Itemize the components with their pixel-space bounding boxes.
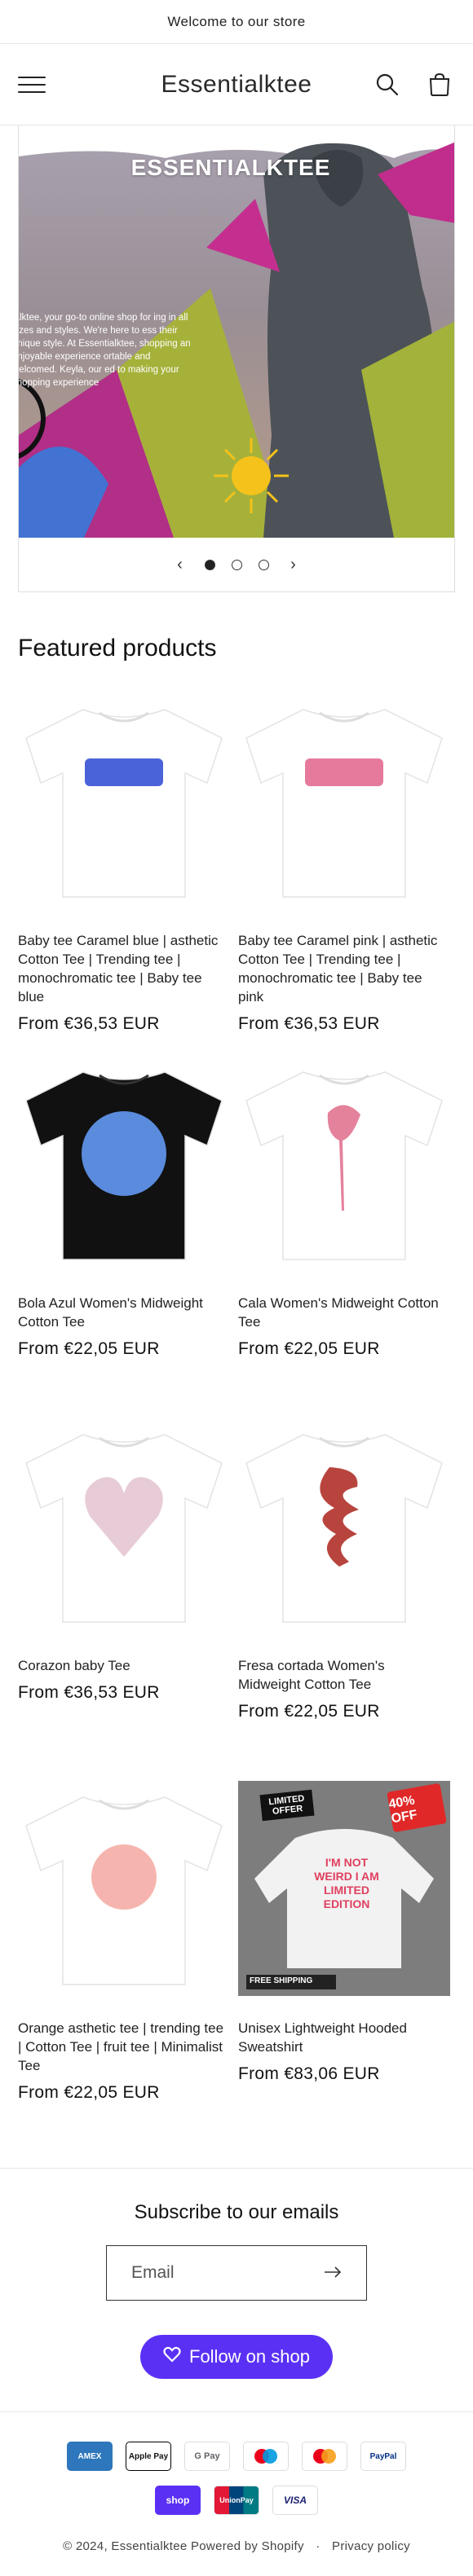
heart-icon (163, 2346, 181, 2367)
product-price: From €83,06 EUR (238, 2064, 380, 2083)
product-grid: Baby tee Caramel blue | asthetic Cotton … (0, 693, 473, 2143)
free-shipping-label: FREE SHIPPING (250, 1976, 313, 1985)
product-image[interactable] (18, 693, 230, 908)
product-card[interactable]: Fresa cortada Women's Midweight Cotton T… (238, 1418, 450, 1781)
cart-icon[interactable] (424, 69, 455, 100)
tshirt-print (305, 758, 383, 786)
hoodie-print-text: I'M NOT WEIRD I AM LIMITED EDITION (314, 1856, 379, 1910)
product-image[interactable] (238, 1418, 450, 1633)
slide-controls: ‹ › (19, 538, 454, 591)
privacy-policy-link[interactable]: Privacy policy (332, 2539, 410, 2553)
tshirt-shape (245, 1071, 443, 1260)
tshirt-illustration (25, 709, 223, 898)
copyright-line: © 2024, Essentialktee Powered by Shopify… (63, 2539, 410, 2553)
product-image[interactable] (18, 1418, 230, 1633)
tshirt-illustration (245, 709, 443, 898)
product-price: From €36,53 EUR (18, 1683, 160, 1702)
hero-description: ialktee, your go-to online shop for ing … (19, 313, 191, 388)
slide-dot-2[interactable] (231, 559, 242, 570)
product-card[interactable]: Baby tee Caramel blue | asthetic Cotton … (18, 693, 230, 1056)
newsletter-title: Subscribe to our emails (134, 2201, 339, 2223)
amex-icon: AMEX (67, 2442, 113, 2471)
hero-slideshow: ESSENTIALKTEE ialktee, your go-to online… (18, 125, 455, 592)
tshirt-shape (25, 709, 223, 898)
product-title[interactable]: Fresa cortada Women's Midweight Cotton T… (238, 1656, 450, 1694)
previous-slide-arrow[interactable]: ‹ (172, 556, 188, 574)
slide-dot-3[interactable] (258, 559, 269, 570)
site-footer: AMEX Apple Pay G Pay PayPal shop UnionPa… (0, 2411, 473, 2576)
email-placeholder: Email (131, 2263, 175, 2282)
product-card[interactable]: I'M NOT WEIRD I AM LIMITED EDITION LIMIT… (238, 1781, 450, 2143)
tshirt-illustration (25, 1796, 223, 1985)
copyright-text[interactable]: © 2024, Essentialktee (63, 2539, 187, 2553)
google-pay-icon: G Pay (184, 2442, 230, 2471)
tshirt-shape (245, 709, 443, 898)
product-title[interactable]: Baby tee Caramel blue | asthetic Cotton … (18, 931, 230, 1006)
announcement-text: Welcome to our store (167, 13, 306, 29)
product-price: From €22,05 EUR (18, 1339, 160, 1358)
unionpay-icon: UnionPay (214, 2486, 259, 2515)
product-image[interactable]: I'M NOT WEIRD I AM LIMITED EDITION LIMIT… (238, 1781, 450, 1996)
apple-pay-icon: Apple Pay (126, 2442, 171, 2471)
tshirt-print (91, 1844, 157, 1910)
follow-label: Follow on shop (189, 2346, 310, 2367)
product-title[interactable]: Unisex Lightweight Hooded Sweatshirt (238, 2019, 450, 2056)
powered-by-link[interactable]: Powered by Shopify (191, 2539, 304, 2553)
payment-icons-row-2: shop UnionPay VISA (0, 2486, 473, 2515)
product-card[interactable]: Corazon baby Tee From €36,53 EUR (18, 1418, 230, 1781)
hero-heading: ESSENTIALKTEE (130, 155, 331, 180)
product-image[interactable] (18, 1056, 230, 1271)
product-card[interactable]: Orange asthetic tee | trending tee | Cot… (18, 1781, 230, 2143)
email-field[interactable]: Email (106, 2245, 367, 2301)
maestro-icon (243, 2442, 289, 2471)
site-header: Essentialktee (0, 44, 473, 125)
announcement-bar: Welcome to our store (0, 0, 473, 44)
tshirt-print (85, 758, 163, 786)
product-card[interactable]: Bola Azul Women's Midweight Cotton Tee F… (18, 1056, 230, 1418)
product-title[interactable]: Bola Azul Women's Midweight Cotton Tee (18, 1294, 230, 1331)
product-price: From €36,53 EUR (238, 1014, 380, 1033)
visa-icon: VISA (272, 2486, 318, 2515)
newsletter-section: Subscribe to our emails Email Follow on … (0, 2168, 473, 2379)
paypal-icon: PayPal (360, 2442, 406, 2471)
featured-title: Featured products (18, 635, 217, 662)
product-title[interactable]: Cala Women's Midweight Cotton Tee (238, 1294, 450, 1331)
tshirt-illustration (25, 1434, 223, 1623)
arrow-right-icon[interactable] (324, 2263, 342, 2283)
slide-dot-1[interactable] (204, 559, 215, 570)
hero-slide: ESSENTIALKTEE ialktee, your go-to online… (19, 125, 454, 538)
payment-icons-row-1: AMEX Apple Pay G Pay PayPal (0, 2442, 473, 2471)
tshirt-illustration (245, 1434, 443, 1623)
product-price: From €22,05 EUR (238, 1702, 380, 1721)
search-icon[interactable] (372, 69, 403, 100)
next-slide-arrow[interactable]: › (285, 556, 302, 574)
product-price: From €22,05 EUR (18, 2083, 160, 2102)
product-title[interactable]: Baby tee Caramel pink | asthetic Cotton … (238, 931, 450, 1006)
tshirt-illustration (25, 1071, 223, 1260)
mastercard-icon (302, 2442, 347, 2471)
product-image[interactable] (18, 1781, 230, 1996)
product-title[interactable]: Corazon baby Tee (18, 1656, 230, 1675)
product-image[interactable] (238, 1056, 450, 1271)
product-card[interactable]: Baby tee Caramel pink | asthetic Cotton … (238, 693, 450, 1056)
tshirt-illustration (245, 1071, 443, 1260)
product-card[interactable]: Cala Women's Midweight Cotton Tee From €… (238, 1056, 450, 1418)
product-price: From €36,53 EUR (18, 1014, 160, 1033)
product-image[interactable] (238, 693, 450, 908)
follow-on-shop-button[interactable]: Follow on shop (140, 2335, 333, 2379)
hamburger-icon[interactable] (18, 73, 46, 96)
tshirt-print (82, 1111, 166, 1196)
shop-pay-icon: shop (155, 2486, 201, 2515)
limited-offer-tag: LIMITED OFFER (259, 1789, 315, 1822)
product-price: From €22,05 EUR (238, 1339, 380, 1358)
product-title[interactable]: Orange asthetic tee | trending tee | Cot… (18, 2019, 230, 2075)
